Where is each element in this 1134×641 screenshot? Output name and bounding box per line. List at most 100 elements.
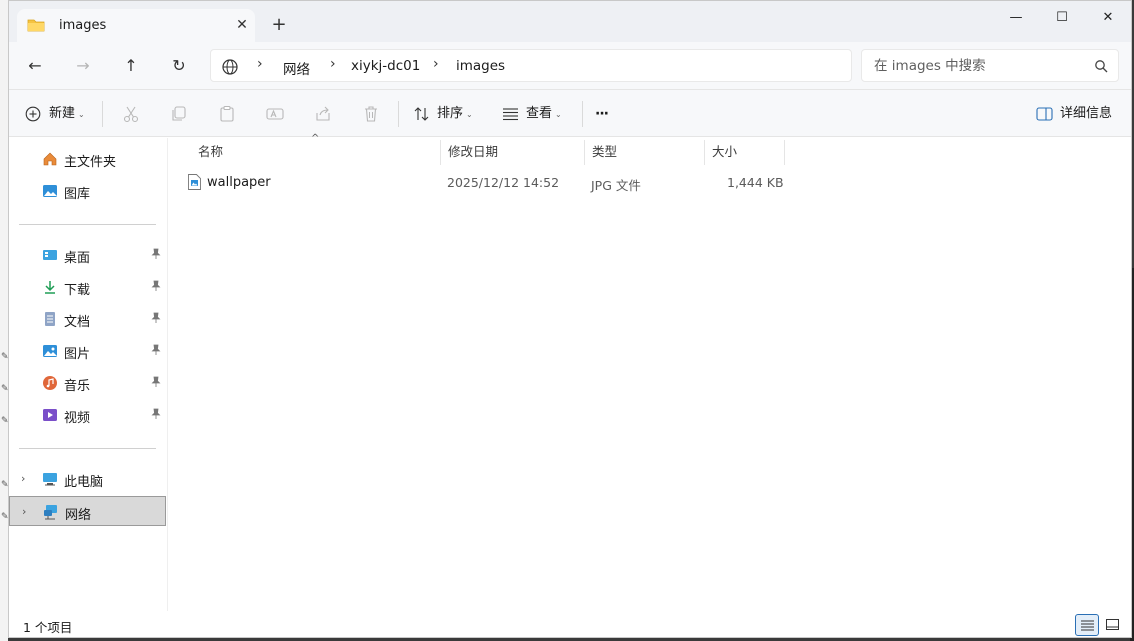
tab-close-icon[interactable]: ✕ — [231, 14, 253, 36]
sidebar-divider — [19, 224, 156, 225]
file-row[interactable]: wallpaper 2025/12/12 14:52 JPG 文件 1,444 … — [184, 171, 784, 195]
tab-images[interactable]: images ✕ — [17, 9, 255, 42]
sort-button[interactable]: 排序 ⌄ — [413, 102, 473, 126]
search-icon — [1095, 60, 1108, 73]
pin-icon[interactable] — [151, 376, 161, 388]
sidebar-item-this-pc[interactable]: › 此电脑 — [9, 464, 166, 494]
back-button[interactable]: ← — [21, 54, 49, 78]
add-circle-icon — [25, 106, 41, 122]
pin-fragment-icon: ✎ — [1, 384, 9, 394]
breadcrumb-item[interactable]: xiykj-dc01 — [351, 58, 420, 74]
search-box[interactable] — [861, 49, 1119, 82]
file-size: 1,444 KB — [727, 175, 784, 190]
delete-icon[interactable] — [361, 104, 381, 124]
pin-fragment-icon: ✎ — [1, 352, 9, 362]
file-name: wallpaper — [207, 175, 271, 190]
pin-icon[interactable] — [151, 280, 161, 292]
sidebar-item-downloads[interactable]: 下载 — [9, 272, 166, 302]
share-icon[interactable] — [313, 104, 333, 124]
breadcrumb-item[interactable]: images — [456, 58, 505, 74]
sidebar-item-desktop[interactable]: 桌面 — [9, 240, 166, 270]
sidebar-item-documents[interactable]: 文档 — [9, 304, 166, 334]
view-button[interactable]: 查看 ⌄ — [502, 102, 562, 126]
documents-icon — [45, 312, 55, 326]
sidebar-item-label: 文档 — [64, 315, 91, 330]
details-pane-button[interactable]: 详细信息 — [1036, 102, 1112, 126]
sidebar-item-label: 图片 — [64, 347, 91, 362]
sidebar-item-label: 视频 — [64, 411, 91, 426]
sidebar-item-home[interactable]: 主文件夹 — [9, 144, 166, 174]
up-button[interactable]: ↑ — [117, 54, 145, 78]
sidebar-item-label: 网络 — [65, 508, 92, 523]
refresh-button[interactable]: ↻ — [165, 54, 193, 78]
column-divider[interactable] — [784, 140, 785, 165]
column-header-type[interactable]: 类型 — [584, 138, 704, 165]
pictures-icon — [43, 345, 57, 357]
sidebar-item-label: 此电脑 — [64, 475, 104, 490]
pin-fragment-icon: ✎ — [1, 416, 9, 426]
address-bar[interactable]: › 网络 › xiykj-dc01 › images — [210, 49, 852, 82]
column-header-modified[interactable]: 修改日期 — [440, 138, 584, 165]
sort-icon — [414, 107, 429, 121]
sidebar-item-music[interactable]: 音乐 — [9, 368, 166, 398]
search-input[interactable] — [874, 57, 1084, 75]
sidebar-item-label: 图库 — [64, 187, 91, 202]
sidebar-item-label: 下载 — [64, 283, 91, 298]
toolbar-divider — [102, 101, 103, 127]
pin-fragment-icon: ✎ — [1, 512, 9, 522]
pin-icon[interactable] — [151, 344, 161, 356]
minimize-button[interactable]: — — [993, 5, 1039, 31]
pin-icon[interactable] — [151, 408, 161, 420]
sidebar-item-network[interactable]: › 网络 — [9, 496, 166, 526]
sort-label: 排序 — [437, 106, 464, 121]
network-icon — [44, 505, 57, 520]
paste-icon[interactable] — [217, 104, 237, 124]
file-modified: 2025/12/12 14:52 — [447, 175, 560, 190]
computer-icon — [43, 473, 57, 486]
column-header-size[interactable]: 大小 — [704, 138, 784, 165]
chevron-down-icon: ⌄ — [466, 110, 473, 119]
new-label: 新建 — [49, 106, 76, 121]
desktop-icon — [43, 250, 57, 260]
file-list: ^ 名称 修改日期 类型 大小 wallpaper 2025/12/12 14:… — [168, 133, 1131, 611]
navigation-bar: ← → ↑ ↻ › 网络 › xiykj-dc01 › images — [9, 42, 1131, 90]
rename-icon[interactable] — [265, 104, 285, 124]
folder-icon — [27, 19, 45, 32]
sidebar-item-videos[interactable]: 视频 — [9, 400, 166, 430]
view-list-icon — [503, 108, 518, 121]
maximize-button[interactable]: ☐ — [1039, 5, 1085, 31]
title-bar: images ✕ + — ☐ ✕ — [9, 1, 1131, 42]
details-pane-icon — [1036, 107, 1053, 121]
pin-icon[interactable] — [151, 248, 161, 260]
breadcrumb-separator: › — [433, 56, 439, 72]
chevron-right-icon[interactable]: › — [22, 505, 26, 518]
item-count: 1 个项目 — [23, 620, 73, 635]
details-label: 详细信息 — [1060, 106, 1113, 121]
home-icon — [43, 152, 57, 166]
copy-icon[interactable] — [169, 104, 189, 124]
gallery-icon — [43, 185, 57, 197]
details-view-icon — [1081, 620, 1094, 631]
tiles-view-button[interactable] — [1101, 614, 1125, 636]
close-button[interactable]: ✕ — [1085, 5, 1131, 31]
pin-icon[interactable] — [151, 312, 161, 324]
new-button[interactable]: 新建 ⌄ — [25, 102, 85, 126]
sidebar-item-label: 桌面 — [64, 251, 91, 266]
details-view-button[interactable] — [1075, 614, 1099, 636]
sidebar-divider — [19, 448, 156, 449]
chevron-down-icon: ⌄ — [555, 110, 562, 119]
column-header-name[interactable]: 名称 — [190, 138, 440, 165]
sidebar-item-gallery[interactable]: 图库 — [9, 176, 166, 206]
new-tab-button[interactable]: + — [267, 13, 291, 37]
view-label: 查看 — [526, 106, 553, 121]
desktop-background-strip: ✎ ✎ ✎ ✎ ✎ — [0, 0, 9, 641]
sidebar-item-pictures[interactable]: 图片 — [9, 336, 166, 366]
forward-button[interactable]: → — [69, 54, 97, 78]
status-bar: 1 个项目 — [9, 611, 1131, 637]
breadcrumb-item[interactable]: 网络 — [283, 58, 310, 78]
videos-icon — [43, 409, 57, 421]
command-bar: 新建 ⌄ 排序 ⌄ 查看 ⌄ ··· 详细信息 — [9, 90, 1131, 137]
chevron-right-icon[interactable]: › — [21, 472, 25, 485]
cut-icon[interactable] — [121, 104, 141, 124]
more-options-button[interactable]: ··· — [595, 102, 609, 126]
